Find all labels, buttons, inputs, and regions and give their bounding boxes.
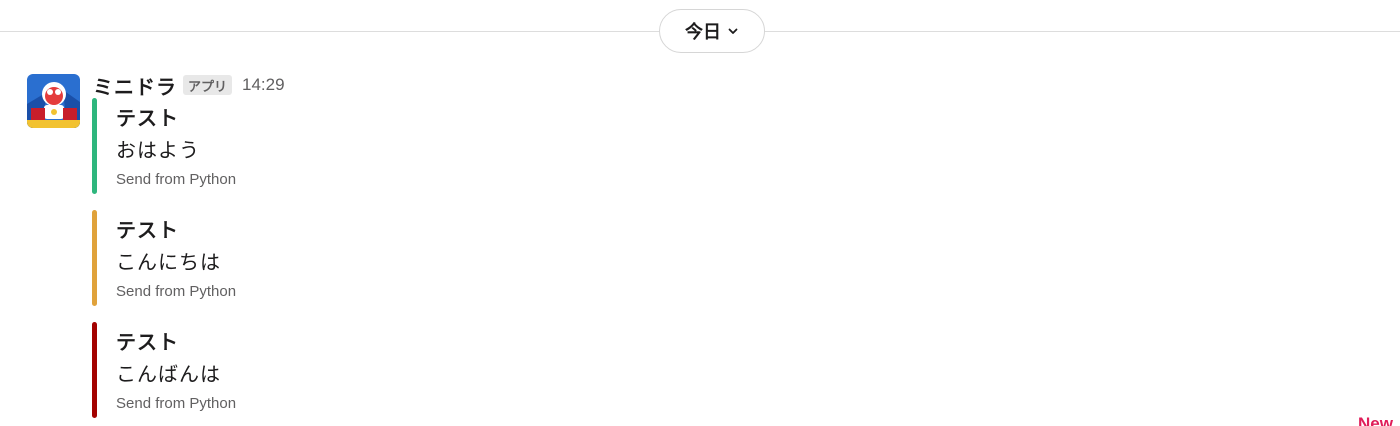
- chevron-down-icon: [728, 28, 738, 34]
- new-messages-marker[interactable]: New: [1358, 414, 1393, 426]
- attachment-footer: Send from Python: [116, 395, 237, 412]
- attachment-footer: Send from Python: [116, 171, 237, 188]
- attachment-color-bar: [92, 322, 97, 418]
- message-timestamp[interactable]: 14:29: [242, 75, 285, 95]
- attachment-footer: Send from Python: [116, 283, 237, 300]
- attachment-color-bar: [92, 210, 97, 306]
- attachment-title: テスト: [116, 218, 179, 242]
- attachment: テスト おはよう Send from Python: [92, 98, 692, 194]
- attachment-text: おはよう: [116, 138, 200, 162]
- attachment-title: テスト: [116, 330, 179, 354]
- date-divider-label: 今日: [685, 22, 721, 43]
- message-header: ミニドラ アプリ 14:29: [93, 71, 285, 99]
- attachment-text: こんばんは: [116, 362, 221, 386]
- attachment-text: こんにちは: [116, 250, 221, 274]
- avatar[interactable]: [27, 74, 80, 128]
- attachment: テスト こんにちは Send from Python: [92, 210, 692, 306]
- attachment-title: テスト: [116, 106, 179, 130]
- attachment: テスト こんばんは Send from Python: [92, 322, 692, 418]
- date-divider-button[interactable]: 今日: [659, 9, 765, 53]
- attachment-color-bar: [92, 98, 97, 194]
- app-badge: アプリ: [183, 75, 233, 95]
- sender-name[interactable]: ミニドラ: [93, 71, 177, 100]
